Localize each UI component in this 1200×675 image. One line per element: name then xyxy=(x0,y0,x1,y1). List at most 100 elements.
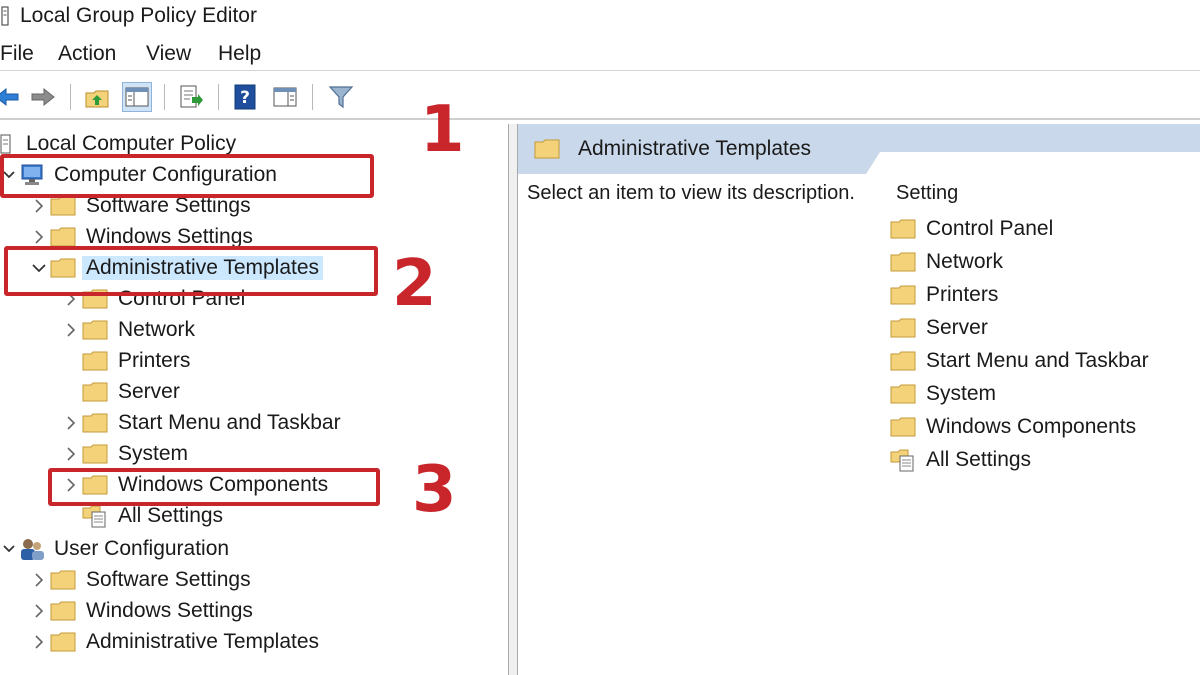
details-pane: Administrative Templates Select an item … xyxy=(518,124,1200,675)
chevron-right-icon[interactable] xyxy=(28,596,50,626)
tree-item-label: Windows Settings xyxy=(86,599,253,622)
list-item-label: Start Menu and Taskbar xyxy=(926,349,1149,372)
menu-file[interactable]: File xyxy=(0,42,34,66)
tree-item-label: Network xyxy=(118,318,196,341)
tree-item-uc-administrative-templates[interactable]: Administrative Templates xyxy=(28,627,323,657)
show-hide-tree-icon xyxy=(125,87,149,107)
back-arrow-icon xyxy=(0,87,19,107)
folder-icon xyxy=(890,249,918,275)
forward-arrow-icon xyxy=(31,87,55,107)
tree-item-label: Printers xyxy=(118,349,191,372)
tree-item-label: Start Menu and Taskbar xyxy=(118,411,341,434)
list-item-label: Printers xyxy=(926,283,999,306)
tree-item-start-menu-and-taskbar[interactable]: Start Menu and Taskbar xyxy=(60,408,345,438)
folder-icon xyxy=(82,317,110,343)
annotation-number-1: 1 xyxy=(420,93,465,167)
folder-icon xyxy=(82,441,110,467)
folder-icon xyxy=(82,379,110,405)
app-icon xyxy=(1,6,9,26)
tree-item-user-configuration[interactable]: User Configuration xyxy=(0,534,233,564)
folder-icon xyxy=(50,567,78,593)
list-item-windows-components[interactable]: Windows Components xyxy=(890,412,1140,442)
chevron-right-icon[interactable] xyxy=(60,439,82,469)
chevron-right-icon[interactable] xyxy=(28,627,50,657)
folder-icon xyxy=(82,410,110,436)
tree-item-label: Local Computer Policy xyxy=(26,132,237,155)
tree-item-uc-software-settings[interactable]: Software Settings xyxy=(28,565,255,595)
up-folder-icon xyxy=(85,90,109,108)
users-icon xyxy=(18,536,46,562)
all-settings-icon xyxy=(890,447,918,473)
list-item-server[interactable]: Server xyxy=(890,313,992,343)
export-list-button[interactable] xyxy=(176,82,206,112)
annotation-box-2 xyxy=(4,246,378,296)
tree-pane: Local Computer Policy Computer Configura… xyxy=(0,124,508,675)
details-header: Administrative Templates xyxy=(518,124,1200,174)
help-button[interactable]: ? xyxy=(230,82,260,112)
folder-icon xyxy=(890,348,918,374)
folder-icon xyxy=(890,216,918,242)
folder-icon xyxy=(890,414,918,440)
tree-item-uc-windows-settings[interactable]: Windows Settings xyxy=(28,596,257,626)
help-icon: ? xyxy=(234,84,256,110)
list-item-printers[interactable]: Printers xyxy=(890,280,1002,310)
list-item-label: Network xyxy=(926,250,1004,273)
annotation-number-3: 3 xyxy=(412,453,457,527)
annotation-box-1 xyxy=(0,154,374,198)
tree-item-printers[interactable]: Printers xyxy=(60,346,194,376)
chevron-right-icon[interactable] xyxy=(60,315,82,345)
setting-column-header[interactable]: Setting xyxy=(896,181,958,205)
list-item-start-menu-and-taskbar[interactable]: Start Menu and Taskbar xyxy=(890,346,1153,376)
folder-icon xyxy=(82,348,110,374)
properties-view-button[interactable] xyxy=(270,82,300,112)
folder-icon xyxy=(50,598,78,624)
menu-help[interactable]: Help xyxy=(218,42,261,66)
filter-icon xyxy=(328,86,354,109)
tree-item-label: Software Settings xyxy=(86,568,251,591)
tree-item-system[interactable]: System xyxy=(60,439,192,469)
tree-item-label: Administrative Templates xyxy=(86,630,320,653)
window-title: Local Group Policy Editor xyxy=(20,4,257,27)
forward-button[interactable] xyxy=(28,82,58,112)
details-header-title: Administrative Templates xyxy=(578,137,812,160)
show-hide-tree-button[interactable] xyxy=(122,82,152,112)
folder-icon xyxy=(890,381,918,407)
list-item-network[interactable]: Network xyxy=(890,247,1007,277)
chevron-down-icon[interactable] xyxy=(0,534,18,564)
back-button[interactable] xyxy=(0,82,22,112)
menu-view[interactable]: View xyxy=(146,42,191,66)
list-item-system[interactable]: System xyxy=(890,379,1000,409)
toolbar: ? xyxy=(0,76,1200,120)
tree-item-label: User Configuration xyxy=(54,537,230,560)
svg-text:?: ? xyxy=(240,88,250,108)
folder-icon xyxy=(890,315,918,341)
folder-icon xyxy=(534,138,560,165)
list-item-label: All Settings xyxy=(926,448,1032,471)
chevron-right-icon[interactable] xyxy=(28,565,50,595)
title-bar: Local Group Policy Editor xyxy=(0,0,1200,34)
tree-item-server[interactable]: Server xyxy=(60,377,184,407)
tree-item-label: System xyxy=(118,442,189,465)
tree-item-label: All Settings xyxy=(118,504,224,527)
list-item-all-settings[interactable]: All Settings xyxy=(890,445,1035,475)
pane-splitter[interactable] xyxy=(508,124,518,675)
menu-bar: File Action View Help xyxy=(0,38,1200,71)
list-item-label: Windows Components xyxy=(926,415,1137,438)
list-item-label: System xyxy=(926,382,997,405)
annotation-number-2: 2 xyxy=(392,247,437,321)
filter-button[interactable] xyxy=(326,82,356,112)
properties-view-icon xyxy=(273,87,297,107)
menu-action[interactable]: Action xyxy=(58,42,116,66)
up-one-level-button[interactable] xyxy=(82,82,112,112)
annotation-box-3 xyxy=(48,468,380,506)
export-list-icon xyxy=(180,85,203,108)
list-item-label: Control Panel xyxy=(926,217,1054,240)
list-item-control-panel[interactable]: Control Panel xyxy=(890,214,1057,244)
all-settings-icon xyxy=(82,503,110,529)
list-item-label: Server xyxy=(926,316,988,339)
tree-item-network[interactable]: Network xyxy=(60,315,199,345)
description-text: Select an item to view its description. xyxy=(527,182,855,204)
chevron-right-icon[interactable] xyxy=(60,408,82,438)
tree-item-label: Server xyxy=(118,380,180,403)
folder-icon xyxy=(50,629,78,655)
